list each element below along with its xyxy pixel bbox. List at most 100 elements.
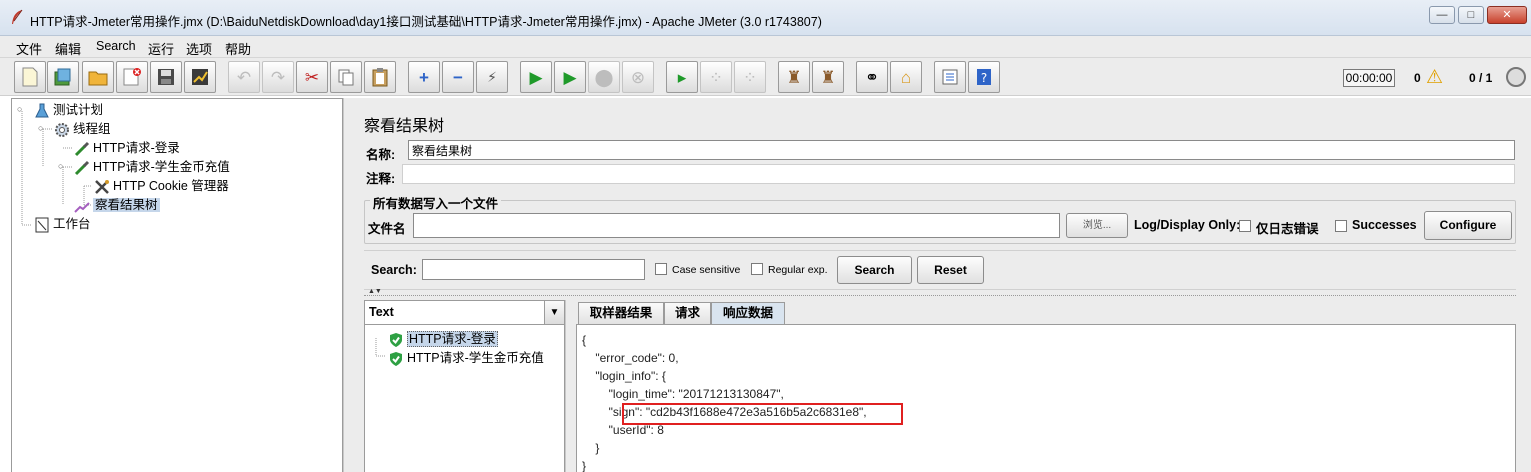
window-title: HTTP请求-Jmeter常用操作.jmx (D:\BaiduNetdiskDo… [30, 15, 822, 29]
close-button[interactable]: ✕ [1487, 6, 1527, 24]
undo-icon[interactable]: ↶ [228, 61, 260, 93]
renderer-select[interactable]: Text ▼ [365, 301, 564, 325]
sign-highlight-box [622, 403, 903, 425]
remote-shutdown-icon[interactable]: ⁘ [734, 61, 766, 93]
file-label: 文件名 [368, 222, 406, 236]
sample-label: HTTP请求-学生金币充值 [407, 351, 544, 365]
search-input[interactable] [422, 259, 645, 280]
split-arrows-icon[interactable]: ▲▼ [368, 288, 382, 295]
copy-icon[interactable] [330, 61, 362, 93]
stop-icon[interactable]: ⬤ [588, 61, 620, 93]
name-label: 名称: [366, 148, 396, 162]
sample-label: HTTP请求-登录 [407, 331, 498, 347]
errors-only-label: 仅日志错误 [1256, 222, 1319, 236]
regex-checkbox[interactable] [751, 263, 763, 275]
maximize-button[interactable]: □ [1458, 6, 1484, 24]
chevron-down-icon[interactable]: ▼ [544, 301, 564, 324]
templates-icon[interactable] [47, 61, 79, 93]
regex-label: Regular exp. [768, 264, 828, 276]
clear-all-icon[interactable]: ♜ [812, 61, 844, 93]
gear-icon [54, 122, 70, 138]
tree-item-http-login[interactable]: HTTP请求-登录 [74, 139, 180, 157]
expand-toggle-icon[interactable]: ○ [58, 161, 63, 171]
start-icon[interactable]: ▶ [520, 61, 552, 93]
menu-file[interactable]: 文件 [16, 39, 42, 58]
tree-item-label: 工作台 [53, 217, 91, 231]
tab-response-data[interactable]: 响应数据 [711, 302, 785, 325]
running-indicator-icon [1506, 67, 1526, 87]
menu-run[interactable]: 运行 [148, 39, 174, 58]
pipette-icon [74, 160, 90, 176]
workbench-icon [34, 217, 50, 233]
save-icon[interactable] [150, 61, 182, 93]
toggle-icon[interactable]: ⚡ [476, 61, 508, 93]
menu-edit[interactable]: 编辑 [55, 39, 81, 58]
help-icon[interactable]: ? [968, 61, 1000, 93]
remote-stop-icon[interactable]: ⁘ [700, 61, 732, 93]
tree-item-label: 察看结果树 [93, 198, 160, 212]
results-splitter[interactable] [565, 300, 575, 472]
file-name-input[interactable] [413, 213, 1060, 238]
elapsed-timer: 00:00:00 [1343, 69, 1395, 87]
tree-item-cookie-manager[interactable]: HTTP Cookie 管理器 [94, 177, 229, 195]
tree-item-http-recharge[interactable]: HTTP请求-学生金币充值 [74, 158, 230, 176]
tab-sampler-result[interactable]: 取样器结果 [578, 302, 664, 324]
open-icon[interactable] [82, 61, 114, 93]
tree-item-workbench[interactable]: 工作台 [34, 215, 91, 233]
panel-splitter[interactable] [343, 98, 353, 472]
warning-icon[interactable]: ⚠ [1426, 66, 1443, 89]
binoculars-icon[interactable]: ⚭ [856, 61, 888, 93]
feather-icon [12, 9, 23, 24]
minimize-button[interactable]: — [1429, 6, 1455, 24]
toolbar: ↶ ↷ ✂ + − ⚡ ▶ ▶ ⬤ ⊗ ▸ ⁘ ⁘ ♜ ♜ ⚭ ⌂ ? 00:0… [0, 58, 1531, 96]
comment-field[interactable] [402, 164, 1515, 184]
remote-start-icon[interactable]: ▸ [666, 61, 698, 93]
response-line: } [582, 441, 600, 455]
tree-item-view-results-tree[interactable]: 察看结果树 [74, 196, 160, 214]
menu-search[interactable]: Search [96, 39, 136, 53]
renderer-value: Text [369, 305, 394, 319]
pipette-icon [74, 141, 90, 157]
browse-button[interactable]: 浏览... [1066, 213, 1128, 238]
new-icon[interactable] [14, 61, 46, 93]
tree-item-thread-group[interactable]: 线程组 [54, 120, 111, 138]
broom-icon[interactable]: ⌂ [890, 61, 922, 93]
function-helper-icon[interactable] [934, 61, 966, 93]
menu-options[interactable]: 选项 [186, 39, 212, 58]
tools-icon [94, 179, 110, 195]
expand-toggle-icon[interactable]: ○ [38, 123, 43, 133]
tree-item-label: HTTP请求-登录 [93, 141, 180, 155]
shutdown-icon[interactable]: ⊗ [622, 61, 654, 93]
close-file-icon[interactable] [116, 61, 148, 93]
redo-icon[interactable]: ↷ [262, 61, 294, 93]
errors-only-checkbox[interactable] [1239, 220, 1251, 232]
save-graph-icon[interactable] [184, 61, 216, 93]
sample-item[interactable]: HTTP请求-登录 [388, 328, 498, 347]
search-label: Search: [371, 263, 417, 277]
tree-item-label: 测试计划 [53, 103, 104, 117]
thread-count: 0 / 1 [1469, 71, 1493, 85]
paste-icon[interactable] [364, 61, 396, 93]
menu-help[interactable]: 帮助 [225, 39, 251, 58]
successes-checkbox[interactable] [1335, 220, 1347, 232]
graph-icon [74, 198, 90, 214]
search-button[interactable]: Search [837, 256, 912, 284]
divider [364, 295, 1516, 296]
window-title-bar[interactable]: HTTP请求-Jmeter常用操作.jmx (D:\BaiduNetdiskDo… [0, 0, 1531, 36]
tab-request[interactable]: 请求 [664, 302, 711, 324]
page-title: 察看结果树 [364, 118, 445, 135]
tree-item-label: 线程组 [73, 122, 111, 136]
collapse-icon[interactable]: − [442, 61, 474, 93]
start-no-pause-icon[interactable]: ▶ [554, 61, 586, 93]
case-sensitive-checkbox[interactable] [655, 263, 667, 275]
expand-icon[interactable]: + [408, 61, 440, 93]
expand-toggle-icon[interactable]: ○ [17, 104, 22, 114]
reset-button[interactable]: Reset [917, 256, 984, 284]
sample-list [364, 300, 565, 472]
sample-item[interactable]: HTTP请求-学生金币充值 [388, 347, 544, 366]
clear-icon[interactable]: ♜ [778, 61, 810, 93]
name-field[interactable] [408, 140, 1515, 160]
tree-item-test-plan[interactable]: 测试计划 [34, 101, 103, 119]
configure-button[interactable]: Configure [1424, 211, 1512, 240]
cut-icon[interactable]: ✂ [296, 61, 328, 93]
